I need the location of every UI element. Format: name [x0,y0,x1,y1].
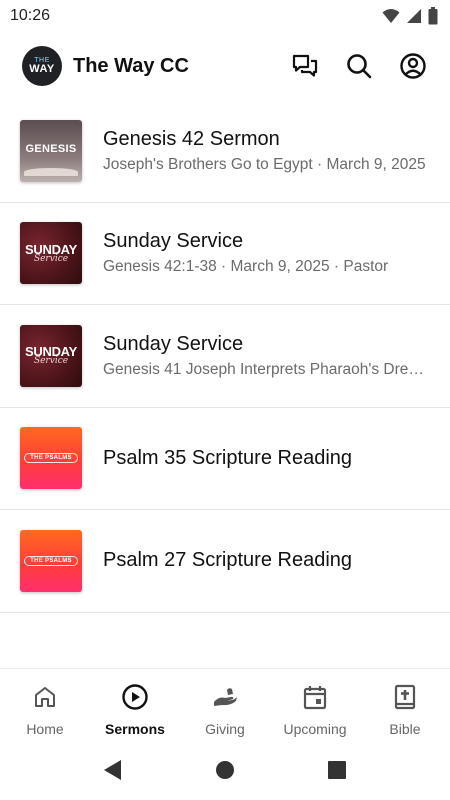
bible-icon [391,683,419,711]
list-item[interactable]: THE PSALMS Psalm 35 Scripture Reading [0,408,450,510]
sermon-thumbnail: THE PSALMS [20,427,82,490]
account-button[interactable] [398,51,428,81]
item-text: Genesis 42 Sermon Joseph's Brothers Go t… [103,128,430,174]
giving-hand-icon [211,683,239,711]
home-circle-icon [216,761,234,779]
nav-label: Bible [389,721,421,737]
app-bar: THE WAY The Way CC [0,40,450,92]
nav-upcoming[interactable]: Upcoming [270,669,360,738]
sermon-title: Sunday Service [103,332,244,355]
signal-icon [407,9,421,23]
sermon-title: Psalm 27 Scripture Reading [103,549,353,572]
back-triangle-icon [104,760,121,780]
search-button[interactable] [344,51,374,81]
recents-square-icon [328,761,346,779]
calendar-icon [301,683,329,711]
nav-label: Sermons [105,721,165,737]
thumbnail-text: GENESIS [25,142,77,155]
home-system-button[interactable] [169,760,281,780]
back-button[interactable] [57,759,169,781]
sermon-thumbnail: SUNDAY Service [20,222,82,285]
search-icon [347,54,372,79]
bottom-navigation: Home Sermons Giving Upcoming Bible [0,668,450,738]
item-text: Sunday Service Genesis 41 Joseph Interpr… [103,333,430,379]
battery-icon [428,7,438,25]
status-icons [382,7,438,25]
thumbnail-script: Service [33,356,69,367]
nav-label: Home [26,721,64,737]
wifi-icon [382,9,400,23]
nav-sermons[interactable]: Sermons [90,669,180,738]
item-text: Psalm 27 Scripture Reading [103,549,430,572]
messages-button[interactable] [290,51,320,81]
church-logo: THE WAY [22,46,62,86]
status-time: 10:26 [10,7,51,24]
list-item[interactable]: SUNDAY Service Sunday Service Genesis 41… [0,305,450,408]
item-text: Psalm 35 Scripture Reading [103,447,430,470]
nav-bible[interactable]: Bible [360,669,450,738]
status-bar: 10:26 [0,0,450,32]
sermon-subtitle: Joseph's Brothers Go to Egypt · March 9,… [103,155,426,173]
thumbnail-text: THE PSALMS [24,453,78,464]
list-item[interactable]: SUNDAY Service Sunday Service Genesis 42… [0,203,450,305]
nav-label: Upcoming [283,721,347,737]
sermon-title: Psalm 35 Scripture Reading [103,446,353,469]
play-circle-icon [121,683,149,711]
item-text: Sunday Service Genesis 42:1-38 · March 9… [103,230,430,276]
sermon-thumbnail: GENESIS [20,119,82,182]
nav-home[interactable]: Home [0,669,90,738]
app-title: The Way CC [73,54,189,77]
sermon-thumbnail: THE PSALMS [20,529,82,592]
list-item[interactable]: GENESIS Genesis 42 Sermon Joseph's Broth… [0,100,450,203]
account-circle-icon [400,53,426,79]
home-icon [31,683,59,711]
recents-button[interactable] [281,760,393,780]
system-navigation [0,748,450,792]
sermon-list: GENESIS Genesis 42 Sermon Joseph's Broth… [0,100,450,613]
sermon-subtitle: Genesis 41 Joseph Interprets Pharaoh's D… [103,360,430,378]
sermon-thumbnail: SUNDAY Service [20,324,82,387]
logo-line-2: WAY [29,63,55,75]
thumbnail-text: THE PSALMS [24,555,78,566]
sermon-title: Genesis 42 Sermon [103,127,280,150]
sermon-title: Sunday Service [103,230,244,253]
nav-giving[interactable]: Giving [180,669,270,738]
thumbnail-script: Service [33,253,69,264]
list-item[interactable]: THE PSALMS Psalm 27 Scripture Reading [0,510,450,613]
sermon-subtitle: Genesis 42:1-38 · March 9, 2025 · Pastor [103,258,389,276]
nav-label: Giving [205,721,245,737]
chat-bubbles-icon [292,54,318,77]
